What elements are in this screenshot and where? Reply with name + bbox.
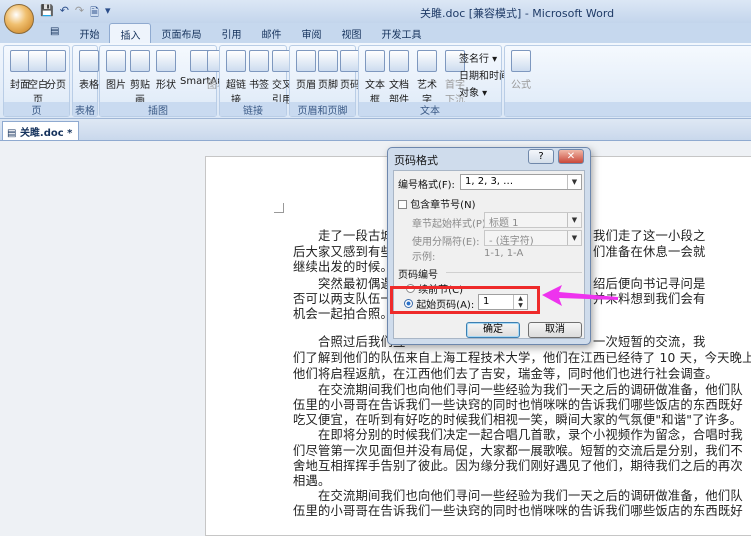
window-title: 关雎.doc [兼容模式] - Microsoft Word: [420, 7, 615, 20]
undo-icon[interactable]: ↶: [60, 4, 69, 23]
chapter-style-select[interactable]: 标题 1 ▼: [484, 212, 582, 229]
ribbon-button-6-0[interactable]: 公式: [507, 50, 535, 91]
document-line-right: 们准备在休息一会就: [593, 245, 706, 259]
ribbon-button-icon: [318, 50, 338, 72]
ribbon-button-icon: [156, 50, 176, 72]
example-label: 示例:: [412, 252, 436, 263]
ribbon-button-0-2[interactable]: 分页: [42, 50, 70, 91]
document-icon: ▤: [7, 128, 20, 139]
tab-1[interactable]: 插入: [109, 23, 152, 43]
divider: [446, 272, 582, 273]
document-line: 继续出发的时候。: [293, 260, 393, 274]
ribbon-small-button-1[interactable]: 日期和时间: [459, 67, 509, 82]
chevron-down-icon: ▼: [567, 213, 581, 227]
example-value: 1-1, 1-A: [484, 248, 524, 259]
crop-mark: [274, 203, 284, 213]
ribbon-group-4: 页眉 页脚 页码 页眉和页脚: [289, 45, 360, 117]
ribbon-group-2: 图片 剪贴画 形状 SmartArt 图表 插图: [99, 45, 227, 117]
separator-select[interactable]: - (连字符) ▼: [484, 230, 582, 247]
document-line: 伍里的小哥哥在告诉我们一些诀窍的同时也悄咪咪的告诉我们哪些饭店的东西既好: [293, 504, 743, 518]
ribbon-button-5-2[interactable]: 艺术字: [413, 50, 441, 106]
quick-access-toolbar: 💾 ↶ ↷ 🗎 ▾: [40, 4, 111, 23]
ribbon-button-icon: [46, 50, 66, 72]
separator-label: 使用分隔符(E):: [412, 237, 480, 248]
ribbon-small-button-0[interactable]: 签名行 ▾: [459, 50, 497, 65]
ribbon-button-5-1[interactable]: 文档部件: [385, 50, 413, 106]
file-icon[interactable]: ▤: [40, 23, 69, 43]
print-preview-icon[interactable]: 🗎: [90, 4, 99, 23]
document-line: 机会一起拍合照。: [293, 307, 393, 321]
ribbon-group-label: 插图: [100, 102, 216, 117]
ribbon-button-2-1[interactable]: 剪贴画: [126, 50, 154, 106]
chapter-style-label: 章节起始样式(P): [412, 219, 486, 230]
ribbon-tabs: ▤ 开始 插入 页面布局 引用 邮件 审阅 视图 开发工具: [0, 23, 751, 43]
ribbon-group-1: 表格 表格: [72, 45, 99, 117]
tab-2[interactable]: 页面布局: [151, 23, 211, 43]
ribbon-group-label: 页眉和页脚: [290, 102, 355, 117]
highlight-box: [390, 286, 540, 314]
ribbon-button-icon: [249, 50, 269, 72]
document-tab[interactable]: ▤ 关雎.doc *: [2, 121, 80, 140]
ribbon: 封面 空白页 分页页表格 表格 图片 剪贴画 形状 SmartArt 图表 插图 超链接 书签 交叉 引…: [0, 43, 751, 119]
tab-3[interactable]: 引用: [211, 23, 251, 43]
ribbon-group-label: 文本: [359, 102, 501, 117]
ribbon-button-icon: [130, 50, 150, 72]
redo-icon[interactable]: ↷: [75, 4, 84, 23]
save-icon[interactable]: 💾: [40, 4, 54, 23]
tab-6[interactable]: 视图: [331, 23, 371, 43]
ribbon-group-0: 封面 空白页 分页页: [3, 45, 70, 117]
ribbon-button-icon: [365, 50, 385, 72]
tab-7[interactable]: 开发工具: [371, 23, 431, 43]
help-button[interactable]: ?: [528, 149, 554, 164]
ok-button[interactable]: 确定: [466, 322, 520, 338]
ribbon-button-icon: [417, 50, 437, 72]
office-button[interactable]: [4, 4, 34, 34]
chevron-down-icon: ▼: [567, 175, 581, 189]
ribbon-button-icon: [79, 50, 99, 72]
number-format-select[interactable]: 1, 2, 3, … ▼: [460, 174, 582, 190]
tab-4[interactable]: 邮件: [251, 23, 291, 43]
ribbon-group-label: 链接: [220, 102, 286, 117]
ribbon-group-label: 表格: [73, 102, 97, 117]
document-tabs: ▤ 关雎.doc *: [0, 119, 751, 141]
page-number-format-dialog: 页码格式 ? ✕ 编号格式(F): 1, 2, 3, … ▼ 包含章节号(N) 章…: [387, 147, 591, 345]
pointer-arrow-icon: [542, 285, 618, 306]
chevron-down-icon: ▼: [567, 231, 581, 245]
ribbon-button-icon: [389, 50, 409, 72]
ribbon-button-icon: [296, 50, 316, 72]
page-numbering-label: 页码编号: [398, 270, 438, 281]
ribbon-button-icon: [226, 50, 246, 72]
ribbon-button-icon: [106, 50, 126, 72]
document-line: 舍地互相挥挥手告别了彼此。因为缘分我们刚好遇见了他们，期待我们之后的再次: [293, 459, 743, 473]
ribbon-button-2-2[interactable]: 形状: [152, 50, 180, 91]
title-bar: 💾 ↶ ↷ 🗎 ▾ 关雎.doc [兼容模式] - Microsoft Word: [0, 0, 751, 23]
include-chapter-checkbox[interactable]: 包含章节号(N): [398, 196, 475, 211]
tab-0[interactable]: 开始: [69, 23, 109, 43]
ribbon-group-3: 超链接 书签 交叉 引用 链接: [219, 45, 292, 117]
ribbon-group-5: 文本框 文档部件 艺术字 首字下沉 签名行 ▾ 日期和时间 对象 ▾ 文本: [358, 45, 509, 117]
customize-qat-icon[interactable]: ▾: [105, 4, 111, 23]
number-format-label: 编号格式(F):: [398, 180, 455, 191]
dialog-title: 页码格式: [394, 154, 438, 167]
ribbon-group-label: 页: [4, 102, 69, 117]
close-button[interactable]: ✕: [558, 149, 584, 164]
ribbon-button-icon: [511, 50, 531, 72]
ribbon-button-icon: [340, 50, 360, 72]
cancel-button[interactable]: 取消: [528, 322, 582, 338]
ribbon-small-button-2[interactable]: 对象 ▾: [459, 84, 487, 99]
tab-5[interactable]: 审阅: [291, 23, 331, 43]
ribbon-group-6: 公式: [504, 45, 751, 117]
ribbon-group-label: [505, 102, 751, 116]
